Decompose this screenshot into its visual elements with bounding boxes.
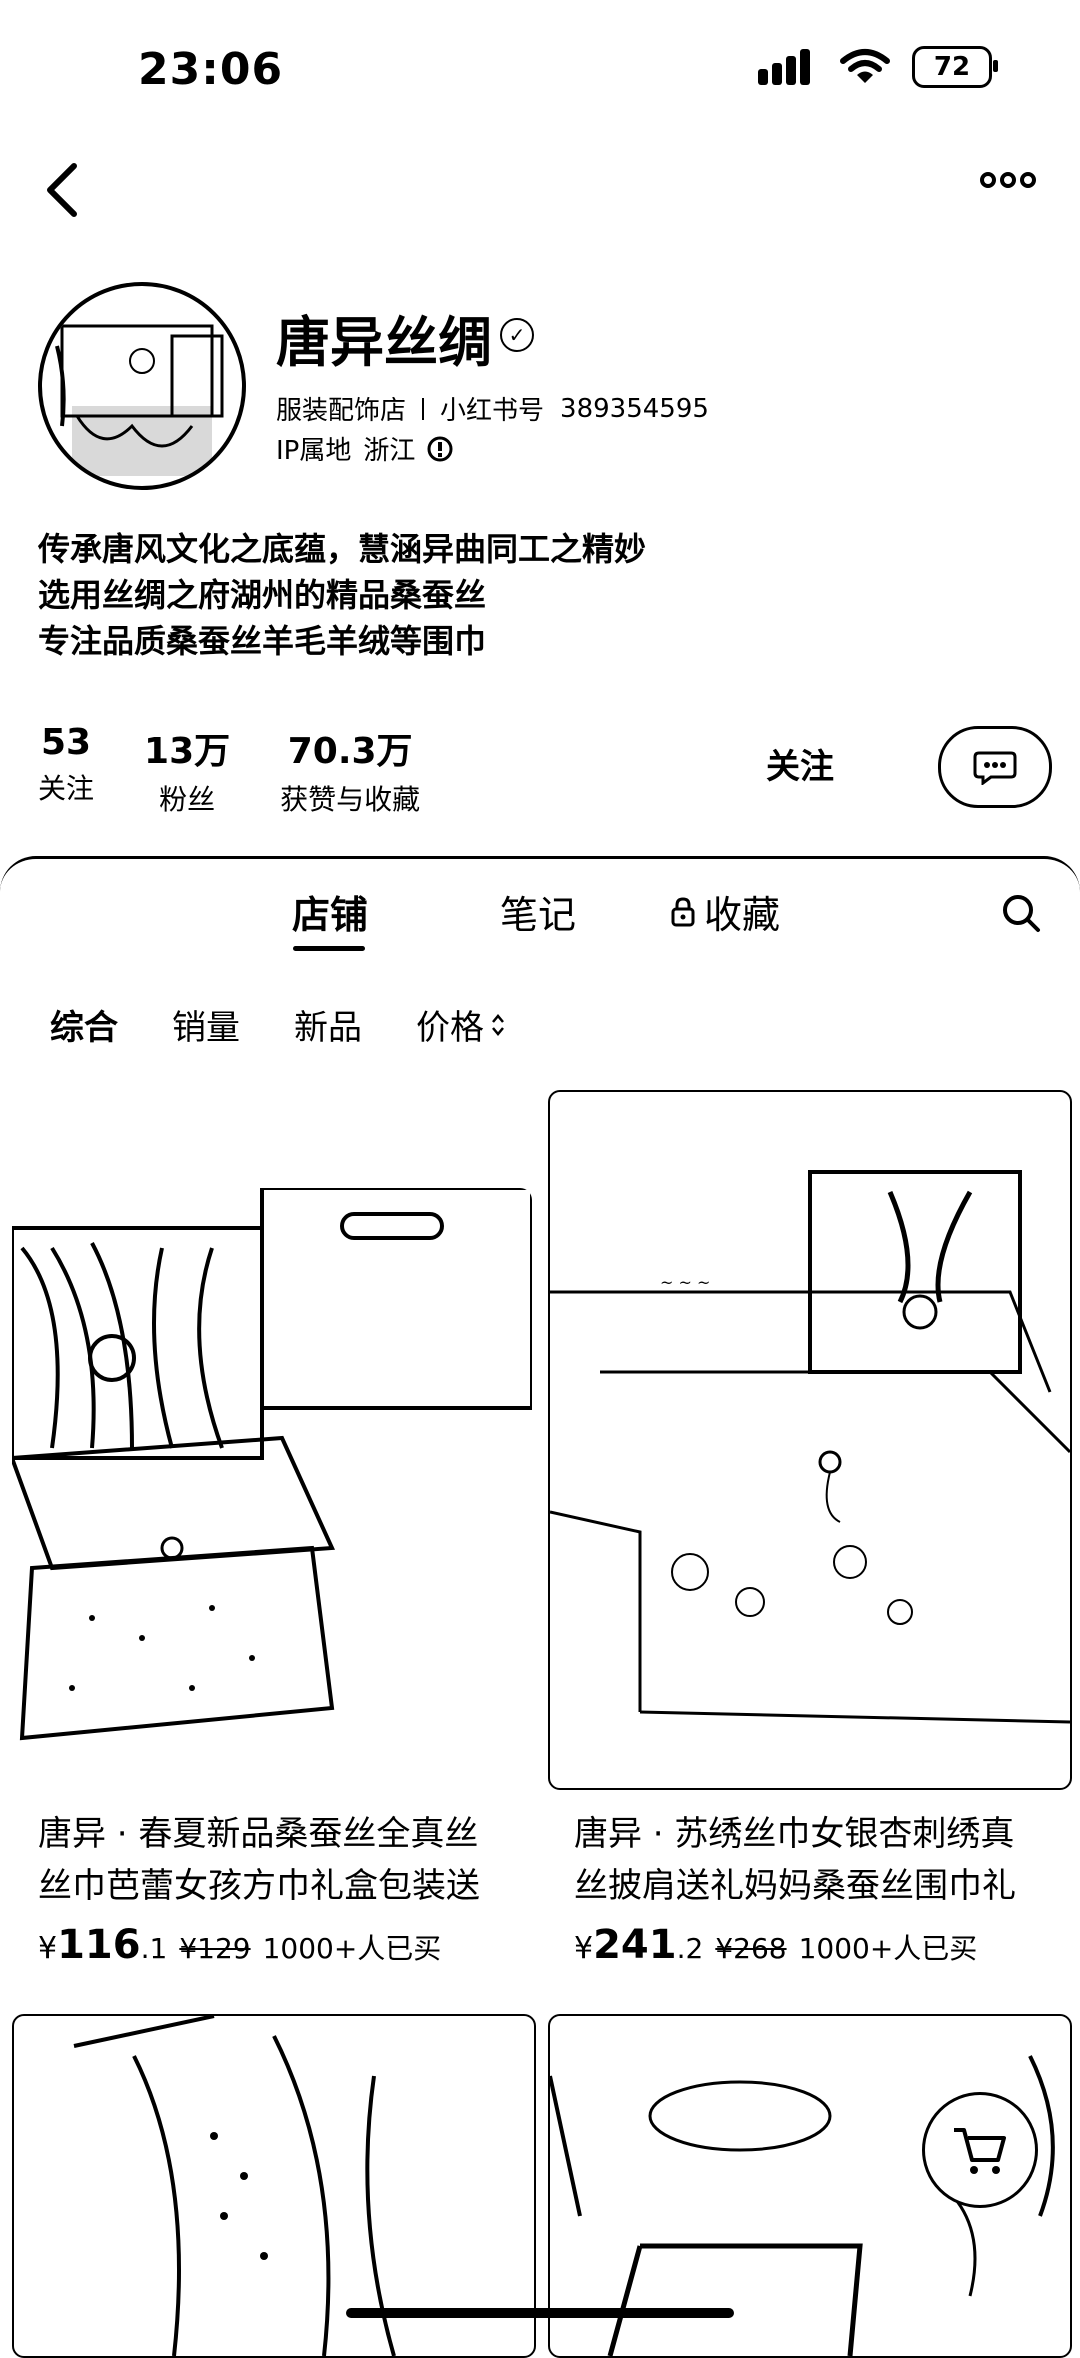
tab-collections-label: 收藏 [704, 893, 781, 937]
filter-price[interactable]: 价格 [416, 1000, 506, 1049]
product-image[interactable] [12, 2014, 536, 2358]
product-title-line: 丝披肩送礼妈妈桑蚕丝围巾礼 [574, 1866, 1016, 1906]
bio-line: 专注品质桑蚕丝羊毛羊绒等围巾 [38, 622, 487, 660]
currency-symbol: ¥ [38, 1931, 58, 1966]
stat-label: 关注 [38, 772, 95, 805]
bio: 传承唐风文化之底蕴，慧涵异曲同工之精妙 选用丝绸之府湖州的精品桑蚕丝 专注品质桑… [38, 526, 646, 664]
signal-icon [758, 49, 810, 85]
product-title[interactable]: 唐异 · 春夏新品桑蚕丝全真丝 丝巾芭蕾女孩方巾礼盒包装送 [38, 1808, 538, 1912]
battery-indicator: 72 [912, 46, 998, 88]
shop-name: 唐异丝绸 [276, 311, 492, 374]
tab-bar: 店铺 笔记 收藏 [0, 884, 1080, 951]
chat-button[interactable] [938, 726, 1052, 808]
xhs-id[interactable]: 389354595 [560, 394, 709, 424]
filter-new[interactable]: 新品 [294, 1000, 362, 1049]
svg-text:~ ~ ~: ~ ~ ~ [660, 1273, 710, 1292]
ip-value: 浙江 [363, 436, 416, 466]
stat-following[interactable]: 53 关注 [38, 722, 94, 818]
currency-symbol: ¥ [574, 1931, 594, 1966]
sold-count: 1000+人已买 [262, 1932, 442, 1965]
bio-line: 选用丝绸之府湖州的精品桑蚕丝 [38, 576, 487, 614]
original-price: ¥268 [715, 1932, 787, 1965]
stat-number: 13万 [144, 731, 231, 772]
status-icons: 72 [756, 46, 998, 88]
ip-location-line: IP属地 浙江 [276, 430, 453, 467]
product-image[interactable] [12, 1188, 532, 1748]
tab-collections[interactable]: 收藏 [670, 884, 780, 939]
sort-icon [492, 1013, 504, 1036]
product-price-row: ¥116.1 ¥129 1000+人已买 [38, 1922, 441, 1968]
back-arrow-icon[interactable] [44, 162, 80, 218]
lock-icon [671, 896, 695, 926]
xhs-id-label: 小红书号 [440, 396, 545, 426]
shop-category: 服装配饰店 [276, 396, 407, 426]
filter-bar: 综合 销量 新品 价格 [50, 1000, 506, 1049]
verified-icon: ✓ [500, 318, 534, 352]
original-price: ¥129 [179, 1932, 251, 1965]
tab-shop[interactable]: 店铺 [292, 884, 368, 939]
bio-line: 传承唐风文化之底蕴，慧涵异曲同工之精妙 [38, 530, 647, 568]
stat-number: 53 [40, 722, 92, 763]
price-decimal: .2 [676, 1932, 704, 1965]
avatar-image [55, 324, 224, 476]
filter-sales[interactable]: 销量 [172, 1000, 240, 1049]
product-title-line: 唐异 · 春夏新品桑蚕丝全真丝 [38, 1814, 479, 1854]
cart-button[interactable] [922, 2092, 1038, 2208]
filter-overall[interactable]: 综合 [50, 1000, 118, 1049]
product-title-line: 丝巾芭蕾女孩方巾礼盒包装送 [38, 1866, 480, 1906]
cart-icon [954, 2128, 1006, 2174]
product-price-row: ¥241.2 ¥268 1000+人已买 [574, 1922, 977, 1968]
more-dots-icon[interactable] [980, 168, 1036, 192]
stat-followers[interactable]: 13万 粉丝 [144, 722, 230, 818]
stats-row: 53 关注 13万 粉丝 70.3万 获赞与收藏 [38, 722, 420, 818]
stat-likes-collects[interactable]: 70.3万 获赞与收藏 [280, 722, 420, 818]
price-integer: 116 [57, 1922, 141, 1968]
chat-icon [973, 751, 1017, 785]
ip-label: IP属地 [276, 436, 352, 466]
active-tab-indicator [293, 946, 365, 951]
info-icon[interactable] [427, 436, 453, 462]
price-integer: 241 [593, 1922, 677, 1968]
tab-notes[interactable]: 笔记 [500, 884, 576, 939]
wifi-icon [840, 49, 890, 83]
sold-count: 1000+人已买 [798, 1932, 978, 1965]
search-icon[interactable] [1000, 892, 1042, 934]
stat-label: 粉丝 [159, 783, 216, 816]
stat-label: 获赞与收藏 [280, 783, 421, 816]
avatar[interactable] [38, 282, 246, 490]
product-title-line: 唐异 · 苏绣丝巾女银杏刺绣真 [574, 1814, 1015, 1854]
price-decimal: .1 [140, 1932, 168, 1965]
divider [422, 397, 425, 420]
product-title[interactable]: 唐异 · 苏绣丝巾女银杏刺绣真 丝披肩送礼妈妈桑蚕丝围巾礼 [574, 1808, 1074, 1912]
follow-button[interactable]: 关注 [740, 728, 860, 798]
stat-number: 70.3万 [287, 731, 413, 772]
product-image[interactable]: ~ ~ ~ [548, 1090, 1072, 1790]
filter-price-label: 价格 [416, 1008, 484, 1048]
status-time: 23:06 [138, 44, 284, 95]
profile-meta-line: 服装配饰店 小红书号 389354595 [276, 390, 709, 427]
home-indicator[interactable] [346, 2308, 734, 2318]
